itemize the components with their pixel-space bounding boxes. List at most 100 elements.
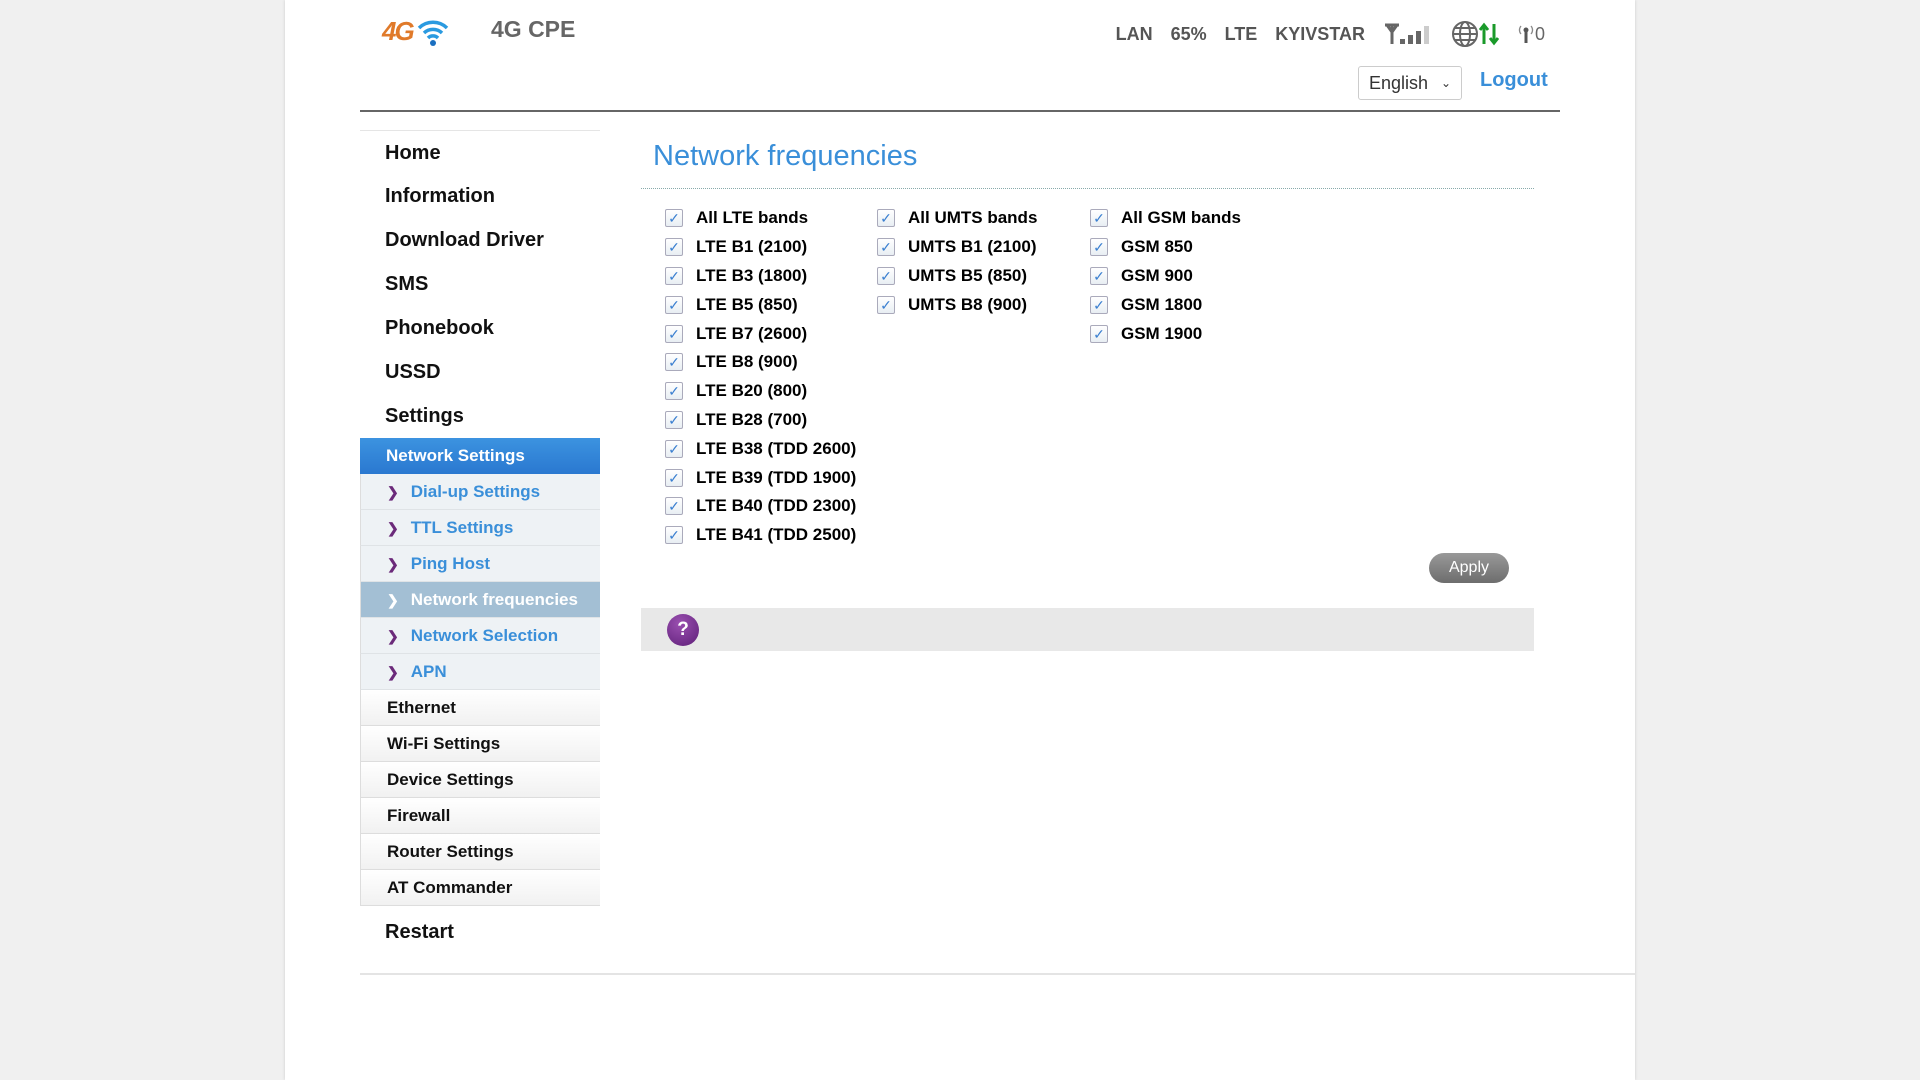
subitem-label: Network Selection: [410, 626, 559, 645]
sidebar-subitem-ping-host[interactable]: ❯ Ping Host: [360, 546, 600, 582]
help-icon[interactable]: ?: [667, 614, 699, 646]
lte-band-option[interactable]: ✓ LTE B40 (TDD 2300): [665, 492, 856, 521]
sidebar-item-at-commander[interactable]: AT Commander: [360, 870, 600, 906]
footer-divider: [360, 973, 1635, 975]
band-label: LTE B7 (2600): [696, 323, 808, 343]
sidebar-item-sms[interactable]: SMS: [360, 262, 600, 306]
sidebar-item-network-settings[interactable]: Network Settings: [360, 438, 600, 474]
sidebar-subitem-network-selection[interactable]: ❯ Network Selection: [360, 618, 600, 654]
umts-band-option[interactable]: ✓ UMTS B1 (2100): [877, 233, 1037, 262]
subitem-label: Dial-up Settings: [410, 482, 541, 501]
lte-band-option[interactable]: ✓ LTE B41 (TDD 2500): [665, 521, 856, 550]
band-label: LTE B20 (800): [696, 381, 808, 401]
logo: 4G: [382, 16, 449, 47]
gsm-band-option[interactable]: ✓ All GSM bands: [1090, 204, 1241, 233]
lte-band-option[interactable]: ✓ LTE B28 (700): [665, 406, 856, 435]
gsm-band-option[interactable]: ✓ GSM 1900: [1090, 319, 1241, 348]
band-label: LTE B41 (TDD 2500): [696, 525, 857, 545]
band-label: LTE B5 (850): [696, 294, 798, 314]
network-type: LTE: [1224, 23, 1258, 44]
checkbox[interactable]: ✓: [665, 353, 683, 372]
sidebar-item-firewall[interactable]: Firewall: [360, 798, 600, 834]
checkbox[interactable]: ✓: [877, 238, 895, 257]
checkbox[interactable]: ✓: [665, 526, 683, 545]
band-label: All LTE bands: [696, 208, 809, 228]
sidebar-item-wifi-settings[interactable]: Wi-Fi Settings: [360, 726, 600, 762]
subitem-label: TTL Settings: [410, 518, 514, 537]
lte-band-option[interactable]: ✓ LTE B38 (TDD 2600): [665, 434, 856, 463]
checkbox[interactable]: ✓: [665, 266, 683, 285]
sidebar-item-restart[interactable]: Restart: [360, 906, 600, 958]
logout-link[interactable]: Logout: [1480, 69, 1548, 92]
subitem-label: APN: [410, 662, 447, 681]
lte-band-option[interactable]: ✓ LTE B7 (2600): [665, 319, 856, 348]
gsm-band-option[interactable]: ✓ GSM 900: [1090, 262, 1241, 291]
checkbox[interactable]: ✓: [1090, 266, 1108, 285]
main-content: Network frequencies ✓ All LTE bands ✓ LTE B…: [641, 140, 1534, 651]
umts-band-option[interactable]: ✓ UMTS B8 (900): [877, 290, 1037, 319]
sidebar-item-settings[interactable]: Settings: [360, 394, 600, 438]
sidebar-item-ussd[interactable]: USSD: [360, 350, 600, 394]
internet-status: [1451, 20, 1499, 48]
gsm-band-option[interactable]: ✓ GSM 1800: [1090, 290, 1241, 319]
checkbox[interactable]: ✓: [665, 209, 683, 228]
lte-band-option[interactable]: ✓ LTE B8 (900): [665, 348, 856, 377]
band-label: GSM 850: [1121, 237, 1193, 257]
umts-bands: ✓ All UMTS bands ✓ UMTS B1 (2100) ✓ UMTS B5 (…: [877, 204, 1037, 319]
help-bar: ?: [641, 608, 1534, 651]
checkbox[interactable]: ✓: [665, 410, 683, 429]
lte-band-option[interactable]: ✓ All LTE bands: [665, 204, 856, 233]
data-transfer-icon: [1478, 22, 1499, 46]
umts-band-option[interactable]: ✓ All UMTS bands: [877, 204, 1037, 233]
lte-band-option[interactable]: ✓ LTE B3 (1800): [665, 262, 856, 291]
band-label: All UMTS bands: [908, 208, 1038, 228]
apply-button[interactable]: Apply: [1429, 553, 1509, 583]
chevron-right-icon: ❯: [387, 592, 399, 608]
lte-band-option[interactable]: ✓ LTE B1 (2100): [665, 233, 856, 262]
sidebar-item-home[interactable]: Home: [360, 130, 600, 174]
lte-band-option[interactable]: ✓ LTE B5 (850): [665, 290, 856, 319]
umts-band-option[interactable]: ✓ UMTS B5 (850): [877, 262, 1037, 291]
checkbox[interactable]: ✓: [1090, 209, 1108, 228]
checkbox[interactable]: ✓: [665, 497, 683, 516]
lte-band-option[interactable]: ✓ LTE B39 (TDD 1900): [665, 463, 856, 492]
sidebar-item-router-settings[interactable]: Router Settings: [360, 834, 600, 870]
chevron-right-icon: ❯: [387, 628, 399, 644]
checkbox[interactable]: ✓: [877, 209, 895, 228]
sidebar-subitem-apn[interactable]: ❯ APN: [360, 654, 600, 690]
sidebar-item-ethernet[interactable]: Ethernet: [360, 690, 600, 726]
checkbox[interactable]: ✓: [877, 266, 895, 285]
language-select[interactable]: English ⌄: [1358, 66, 1462, 100]
sidebar-item-download-driver[interactable]: Download Driver: [360, 218, 600, 262]
operator-name: KYIVSTAR: [1275, 23, 1365, 44]
subitem-label: Network frequencies: [410, 590, 578, 609]
sidebar-item-phonebook[interactable]: Phonebook: [360, 306, 600, 350]
sidebar-subitem-network-frequencies[interactable]: ❯ Network frequencies: [360, 582, 600, 618]
sidebar-subitem-ttl-settings[interactable]: ❯ TTL Settings: [360, 510, 600, 546]
checkbox[interactable]: ✓: [665, 382, 683, 401]
language-value: English: [1369, 72, 1429, 93]
checkbox[interactable]: ✓: [877, 295, 895, 314]
sidebar-subitem-dial-up-settings[interactable]: ❯ Dial-up Settings: [360, 474, 600, 510]
checkbox[interactable]: ✓: [665, 439, 683, 458]
lte-band-option[interactable]: ✓ LTE B20 (800): [665, 377, 856, 406]
chevron-right-icon: ❯: [387, 556, 399, 572]
checkbox[interactable]: ✓: [665, 468, 683, 487]
checkbox[interactable]: ✓: [1090, 324, 1108, 343]
sms-status[interactable]: 0: [1517, 24, 1545, 45]
checkbox[interactable]: ✓: [665, 295, 683, 314]
globe-icon: [1451, 21, 1478, 47]
status-bar: LAN 65% LTE KYIVSTAR 0: [1116, 20, 1545, 48]
band-label: UMTS B5 (850): [908, 265, 1028, 285]
gsm-band-option[interactable]: ✓ GSM 850: [1090, 233, 1241, 262]
checkbox[interactable]: ✓: [665, 324, 683, 343]
wifi-icon: [417, 20, 448, 46]
sidebar-item-device-settings[interactable]: Device Settings: [360, 762, 600, 798]
checkbox[interactable]: ✓: [665, 238, 683, 257]
checkbox[interactable]: ✓: [1090, 295, 1108, 314]
band-label: LTE B3 (1800): [696, 265, 808, 285]
band-label: GSM 900: [1121, 265, 1193, 285]
page: 4G 4G CPE LAN 65% LTE KYIVSTAR 0 English…: [285, 0, 1635, 1080]
sidebar-item-information[interactable]: Information: [360, 174, 600, 218]
checkbox[interactable]: ✓: [1090, 238, 1108, 257]
